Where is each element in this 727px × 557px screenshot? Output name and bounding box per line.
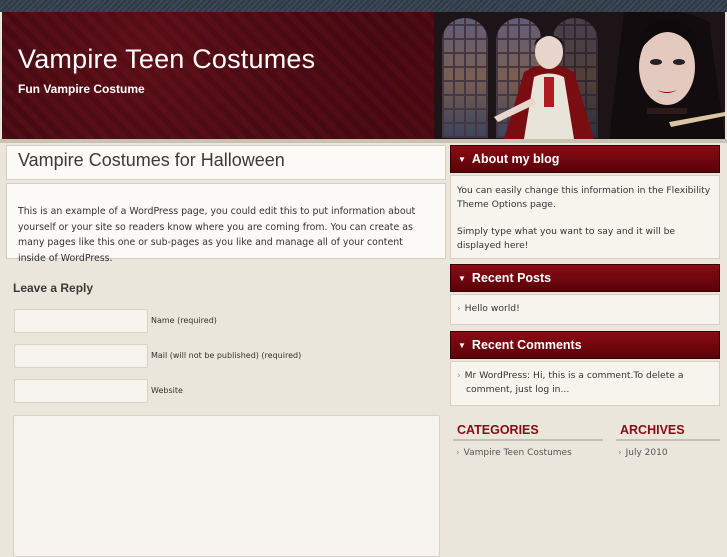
recent-posts-widget-header: ▼ Recent Posts [450, 264, 720, 292]
categories-rule [453, 439, 603, 441]
header-separator [0, 139, 727, 143]
about-blog-widget-header: ▼ About my blog [450, 145, 720, 173]
triangle-down-icon: ▼ [458, 274, 466, 283]
category-item[interactable]: › Vampire Teen Costumes [456, 448, 572, 458]
recent-post-item[interactable]: › Hello world! [457, 302, 713, 316]
site-header: Vampire Teen Costumes Fun Vampire Costum… [2, 12, 725, 139]
triangle-down-icon: ▼ [458, 341, 466, 350]
archives-heading: ARCHIVES [620, 423, 685, 437]
site-title[interactable]: Vampire Teen Costumes [18, 44, 315, 75]
archives-rule [616, 439, 720, 441]
chevron-right-icon: › [457, 304, 461, 314]
chevron-right-icon: › [456, 448, 460, 458]
recent-comment-item[interactable]: › Mr WordPress: Hi, this is a comment.To … [457, 369, 713, 397]
header-image [434, 12, 725, 139]
name-input[interactable] [14, 309, 148, 333]
about-blog-text-1: You can easily change this information i… [457, 185, 711, 210]
recent-comments-widget-header: ▼ Recent Comments [450, 331, 720, 359]
website-input[interactable] [14, 379, 148, 403]
about-blog-widget-body: You can easily change this information i… [450, 175, 720, 259]
recent-comments-widget-body: › Mr WordPress: Hi, this is a comment.To … [450, 361, 720, 406]
recent-posts-heading: Recent Posts [471, 271, 552, 285]
comment-textarea[interactable] [13, 415, 440, 557]
categories-heading: CATEGORIES [457, 423, 539, 437]
vampire-girl-figure [609, 12, 725, 139]
website-label: Website [151, 386, 183, 395]
leave-reply-heading: Leave a Reply [13, 281, 94, 295]
page-body-text: This is an example of a WordPress page, … [18, 206, 416, 264]
recent-posts-widget-body: › Hello world! [450, 294, 720, 325]
vampire-boy-figure [494, 35, 594, 139]
chevron-right-icon: › [618, 448, 622, 458]
page-title: Vampire Costumes for Halloween [18, 150, 285, 170]
about-blog-text-2: Simply type what you want to say and it … [457, 226, 676, 251]
triangle-down-icon: ▼ [458, 155, 466, 164]
site-description: Fun Vampire Costume [18, 82, 145, 96]
archive-item[interactable]: › July 2010 [618, 448, 668, 458]
recent-comments-heading: Recent Comments [471, 338, 582, 352]
about-blog-heading: About my blog [471, 152, 560, 166]
email-input[interactable] [14, 344, 148, 368]
top-strip [0, 0, 727, 12]
name-label: Name (required) [151, 316, 217, 325]
email-label: Mail (will not be published) (required) [151, 351, 302, 360]
chevron-right-icon: › [457, 371, 461, 381]
